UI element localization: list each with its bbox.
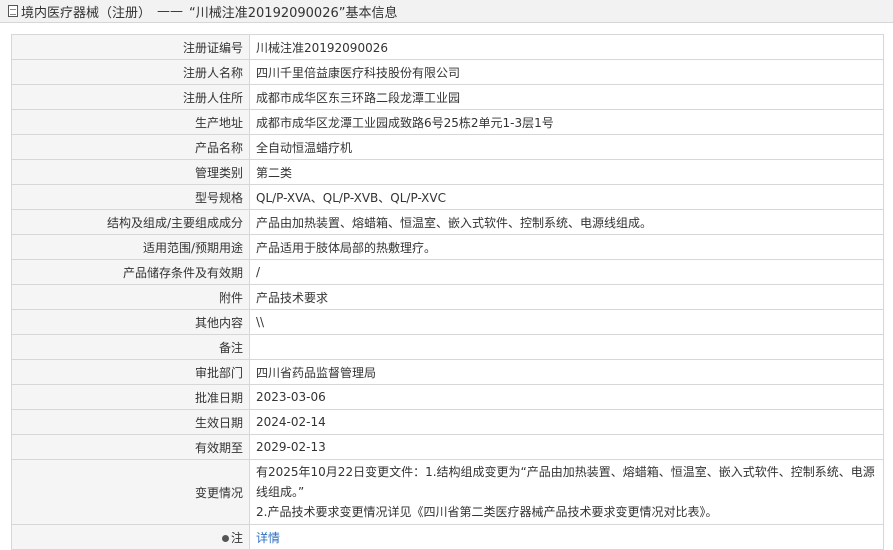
- row-value: 产品技术要求: [249, 284, 884, 310]
- table-row: 注 详情: [11, 524, 884, 550]
- table-row: 审批部门 四川省药品监督管理局: [11, 359, 884, 385]
- change-line-1: 有2025年10月22日变更文件：1.结构组成变更为“产品由加热装置、熔蜡箱、恒…: [256, 465, 875, 499]
- row-value: 2029-02-13: [249, 434, 884, 460]
- row-value: \\: [249, 309, 884, 335]
- row-label: 其他内容: [11, 309, 250, 335]
- row-value: 产品由加热装置、熔蜡箱、恒温室、嵌入式软件、控制系统、电源线组成。: [249, 209, 884, 235]
- table-row: 生效日期 2024-02-14: [11, 409, 884, 435]
- document-icon: [8, 5, 18, 17]
- pin-icon: [221, 534, 229, 542]
- row-label: 注册人名称: [11, 59, 250, 85]
- row-label: 备注: [11, 334, 250, 360]
- table-row: 型号规格 QL/P-XVA、QL/P-XVB、QL/P-XVC: [11, 184, 884, 210]
- table-row: 产品名称 全自动恒温蜡疗机: [11, 134, 884, 160]
- row-label: 产品储存条件及有效期: [11, 259, 250, 285]
- table-row: 其他内容 \\: [11, 309, 884, 335]
- row-label: 批准日期: [11, 384, 250, 410]
- header-separator: ——: [157, 3, 184, 19]
- page-header: 境内医疗器械（注册） —— “川械注准20192090026”基本信息: [0, 0, 893, 23]
- row-value: 成都市成华区东三环路二段龙潭工业园: [249, 84, 884, 110]
- row-value: 详情: [249, 524, 884, 550]
- row-label: 注册证编号: [11, 34, 250, 60]
- row-label: 生效日期: [11, 409, 250, 435]
- row-label: 结构及组成/主要组成成分: [11, 209, 250, 235]
- row-value: 全自动恒温蜡疗机: [249, 134, 884, 160]
- row-value: 四川省药品监督管理局: [249, 359, 884, 385]
- row-label: 型号规格: [11, 184, 250, 210]
- row-value: 四川千里倍益康医疗科技股份有限公司: [249, 59, 884, 85]
- change-line-2: 2.产品技术要求变更情况详见《四川省第二类医疗器械产品技术要求变更情况对比表》。: [256, 505, 718, 519]
- table-row: 附件 产品技术要求: [11, 284, 884, 310]
- row-value: 川械注准20192090026: [249, 34, 884, 60]
- table-row: 注册证编号 川械注准20192090026: [11, 34, 884, 60]
- table-row: 有效期至 2029-02-13: [11, 434, 884, 460]
- row-label: 变更情况: [11, 459, 250, 525]
- details-link[interactable]: 详情: [256, 531, 280, 545]
- info-table: 注册证编号 川械注准20192090026 注册人名称 四川千里倍益康医疗科技股…: [11, 34, 884, 550]
- row-label: 审批部门: [11, 359, 250, 385]
- row-value: 第二类: [249, 159, 884, 185]
- change-description: 有2025年10月22日变更文件：1.结构组成变更为“产品由加热装置、熔蜡箱、恒…: [249, 459, 884, 525]
- row-value: [249, 334, 884, 360]
- row-label: 注册人住所: [11, 84, 250, 110]
- row-label: 注: [230, 530, 243, 545]
- row-label: 适用范围/预期用途: [11, 234, 250, 260]
- table-row: 注册人名称 四川千里倍益康医疗科技股份有限公司: [11, 59, 884, 85]
- header-title: “川械注准20192090026”基本信息: [189, 5, 398, 21]
- table-row: 适用范围/预期用途 产品适用于肢体局部的热敷理疗。: [11, 234, 884, 260]
- table-row: 产品储存条件及有效期 /: [11, 259, 884, 285]
- table-row: 变更情况 有2025年10月22日变更文件：1.结构组成变更为“产品由加热装置、…: [11, 459, 884, 525]
- row-value: 2024-02-14: [249, 409, 884, 435]
- header-category: 境内医疗器械（注册）: [21, 5, 152, 21]
- row-value: QL/P-XVA、QL/P-XVB、QL/P-XVC: [249, 184, 884, 210]
- table-row: 注册人住所 成都市成华区东三环路二段龙潭工业园: [11, 84, 884, 110]
- table-row: 批准日期 2023-03-06: [11, 384, 884, 410]
- row-value: 2023-03-06: [249, 384, 884, 410]
- row-value: 成都市成华区龙潭工业园成致路6号25栋2单元1-3层1号: [249, 109, 884, 135]
- row-value: 产品适用于肢体局部的热敷理疗。: [249, 234, 884, 260]
- table-row: 备注: [11, 334, 884, 360]
- row-value: /: [249, 259, 884, 285]
- row-label: 生产地址: [11, 109, 250, 135]
- table-row: 结构及组成/主要组成成分 产品由加热装置、熔蜡箱、恒温室、嵌入式软件、控制系统、…: [11, 209, 884, 235]
- note-label-cell: 注: [11, 524, 250, 550]
- table-row: 生产地址 成都市成华区龙潭工业园成致路6号25栋2单元1-3层1号: [11, 109, 884, 135]
- row-label: 管理类别: [11, 159, 250, 185]
- row-label: 有效期至: [11, 434, 250, 460]
- table-row: 管理类别 第二类: [11, 159, 884, 185]
- row-label: 产品名称: [11, 134, 250, 160]
- row-label: 附件: [11, 284, 250, 310]
